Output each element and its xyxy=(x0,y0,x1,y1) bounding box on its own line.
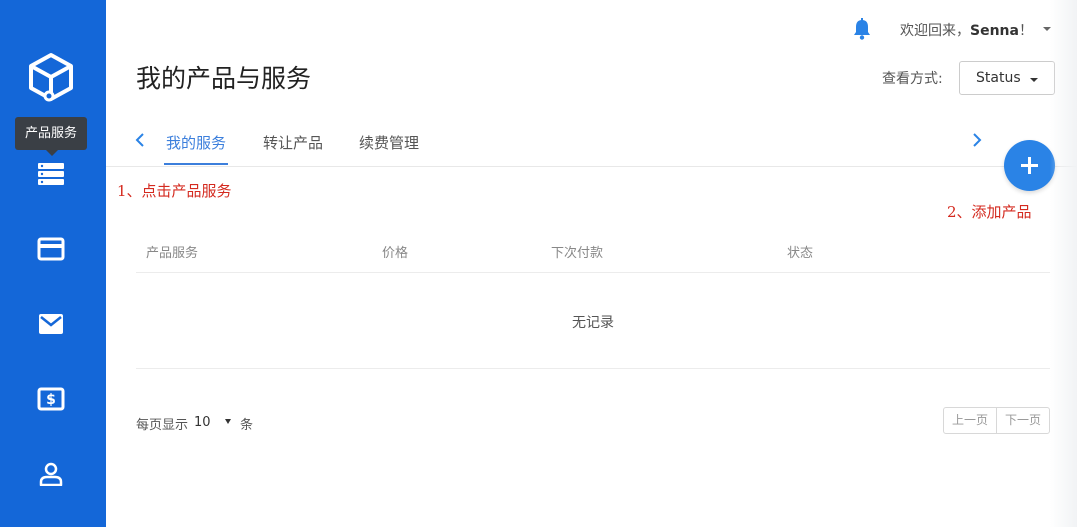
add-product-button[interactable] xyxy=(1004,140,1055,191)
column-header-next-payment[interactable]: 下次付款 xyxy=(551,242,603,261)
credit-card-icon[interactable] xyxy=(37,237,65,261)
view-mode-value: Status xyxy=(976,70,1021,86)
welcome-message: 欢迎回来，Senna！ xyxy=(900,20,1033,40)
active-tab-indicator xyxy=(164,163,228,165)
empty-table-message: 无记录 xyxy=(572,315,614,331)
user-icon[interactable] xyxy=(37,462,65,486)
caret-down-icon xyxy=(225,419,231,424)
page-title: 我的产品与服务 xyxy=(136,64,312,93)
welcome-suffix: ！ xyxy=(1018,23,1033,39)
per-page-unit: 条 xyxy=(240,418,254,433)
chevron-left-icon[interactable] xyxy=(134,132,146,148)
sidebar: 产品服务 $ xyxy=(0,0,106,527)
table-header-divider xyxy=(136,272,1050,273)
view-mode-select[interactable]: Status xyxy=(959,61,1055,95)
annotation-step1: 1、点击产品服务 xyxy=(117,182,232,200)
welcome-prefix: 欢迎回来， xyxy=(900,23,970,39)
caret-down-icon xyxy=(1030,78,1038,82)
column-header-price[interactable]: 价格 xyxy=(382,242,408,261)
next-page-button[interactable]: 下一页 xyxy=(997,408,1049,433)
tab-divider xyxy=(106,166,1077,167)
pagination-controls: 上一页 下一页 xyxy=(943,407,1050,434)
server-list-icon[interactable] xyxy=(37,162,65,186)
table-bottom-divider xyxy=(136,368,1050,369)
username[interactable]: Senna xyxy=(970,23,1019,39)
mail-icon[interactable] xyxy=(37,312,65,336)
tab-renewal-management[interactable]: 续费管理 xyxy=(359,132,419,153)
annotation-step2: 2、添加产品 xyxy=(947,203,1032,221)
per-page-label: 每页显示 xyxy=(136,418,189,433)
cube-logo-icon[interactable] xyxy=(27,52,75,102)
column-header-product[interactable]: 产品服务 xyxy=(146,242,198,261)
per-page-select[interactable]: 10 xyxy=(192,413,236,431)
view-mode-label: 查看方式: xyxy=(882,71,943,87)
tab-transfer-products[interactable]: 转让产品 xyxy=(263,132,323,153)
prev-page-button[interactable]: 上一页 xyxy=(944,408,997,433)
bell-icon[interactable] xyxy=(851,18,873,40)
user-menu-caret-icon[interactable] xyxy=(1043,27,1051,31)
sidebar-tooltip: 产品服务 xyxy=(15,117,87,156)
chevron-right-icon[interactable] xyxy=(971,132,983,148)
tab-my-services[interactable]: 我的服务 xyxy=(166,132,226,153)
svg-text:$: $ xyxy=(46,392,56,408)
column-header-status[interactable]: 状态 xyxy=(787,242,813,261)
per-page-value: 10 xyxy=(194,415,211,430)
dollar-bill-icon[interactable]: $ xyxy=(37,387,65,411)
